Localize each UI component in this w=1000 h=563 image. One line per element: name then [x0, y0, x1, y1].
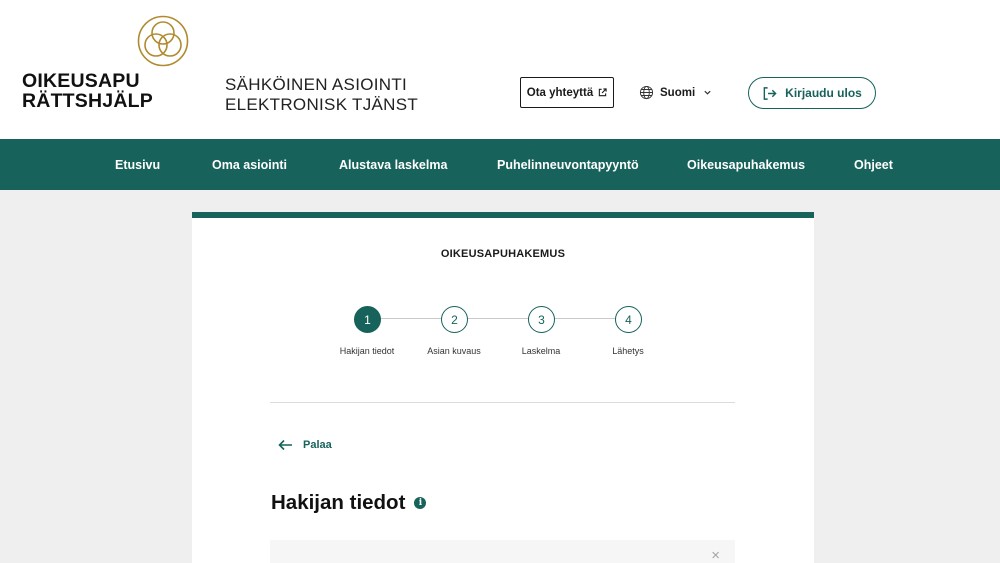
nav-item-puhelinneuvontapyynto[interactable]: Puhelinneuvontapyyntö: [497, 139, 639, 190]
section-heading: Hakijan tiedot i: [271, 491, 427, 515]
info-notice-panel: ×: [270, 540, 735, 563]
external-link-icon: [599, 88, 607, 97]
contact-button-label: Ota yhteyttä: [526, 86, 594, 99]
service-name-fi: SÄHKÖINEN ASIOINTI: [225, 75, 408, 94]
logo-line-sv: RÄTTSHJÄLP: [22, 90, 153, 112]
contact-button[interactable]: Ota yhteyttä: [520, 77, 614, 108]
service-name-sv: ELEKTRONISK TJÄNST: [225, 95, 419, 114]
step-2-label: Asian kuvaus: [427, 346, 481, 356]
step-3-indicator: 3: [528, 306, 555, 333]
section-divider: [270, 402, 735, 403]
site-header: OIKEUSAPU RÄTTSHJÄLP SÄHKÖINEN ASIOINTI …: [0, 0, 1000, 139]
triquetra-circle-icon: [137, 15, 189, 67]
application-form-card: OIKEUSAPUHAKEMUS 1 Hakijan tiedot 2 Asia…: [192, 212, 814, 563]
form-title: OIKEUSAPUHAKEMUS: [440, 248, 566, 260]
logo-wordmark[interactable]: OIKEUSAPU RÄTTSHJÄLP: [22, 71, 153, 111]
step-2-indicator: 2: [441, 306, 468, 333]
nav-item-oma-asiointi[interactable]: Oma asiointi: [212, 139, 287, 190]
close-icon[interactable]: ×: [711, 548, 720, 563]
nav-item-alustava-laskelma[interactable]: Alustava laskelma: [339, 139, 447, 190]
info-icon[interactable]: i: [414, 497, 427, 509]
nav-item-etusivu[interactable]: Etusivu: [115, 139, 160, 190]
step-4-label: Lähetys: [612, 346, 644, 356]
back-link-label: Palaa: [303, 439, 332, 451]
section-heading-text: Hakijan tiedot: [271, 491, 406, 514]
main-navigation: Etusivu Oma asiointi Alustava laskelma P…: [0, 139, 1000, 190]
step-3-label: Laskelma: [521, 346, 561, 356]
nav-item-oikeusapuhakemus[interactable]: Oikeusapuhakemus: [687, 139, 805, 190]
service-name: SÄHKÖINEN ASIOINTI ELEKTRONISK TJÄNST: [225, 75, 418, 115]
language-selector[interactable]: Suomi: [639, 85, 712, 100]
stepper-connector: [380, 318, 641, 319]
logout-button-label: Kirjaudu ulos: [785, 86, 862, 100]
back-link[interactable]: Palaa: [278, 439, 332, 451]
step-1-label: Hakijan tiedot: [339, 346, 395, 356]
logo-line-fi: OIKEUSAPU: [22, 70, 140, 92]
arrow-left-icon: [278, 439, 292, 451]
step-4-indicator: 4: [615, 306, 642, 333]
step-1-indicator: 1: [354, 306, 381, 333]
language-label: Suomi: [660, 86, 696, 99]
chevron-down-icon: [704, 90, 711, 95]
nav-item-ohjeet[interactable]: Ohjeet: [854, 139, 893, 190]
logout-icon: [763, 86, 777, 100]
globe-icon: [639, 85, 654, 100]
logout-button[interactable]: Kirjaudu ulos: [748, 77, 876, 109]
